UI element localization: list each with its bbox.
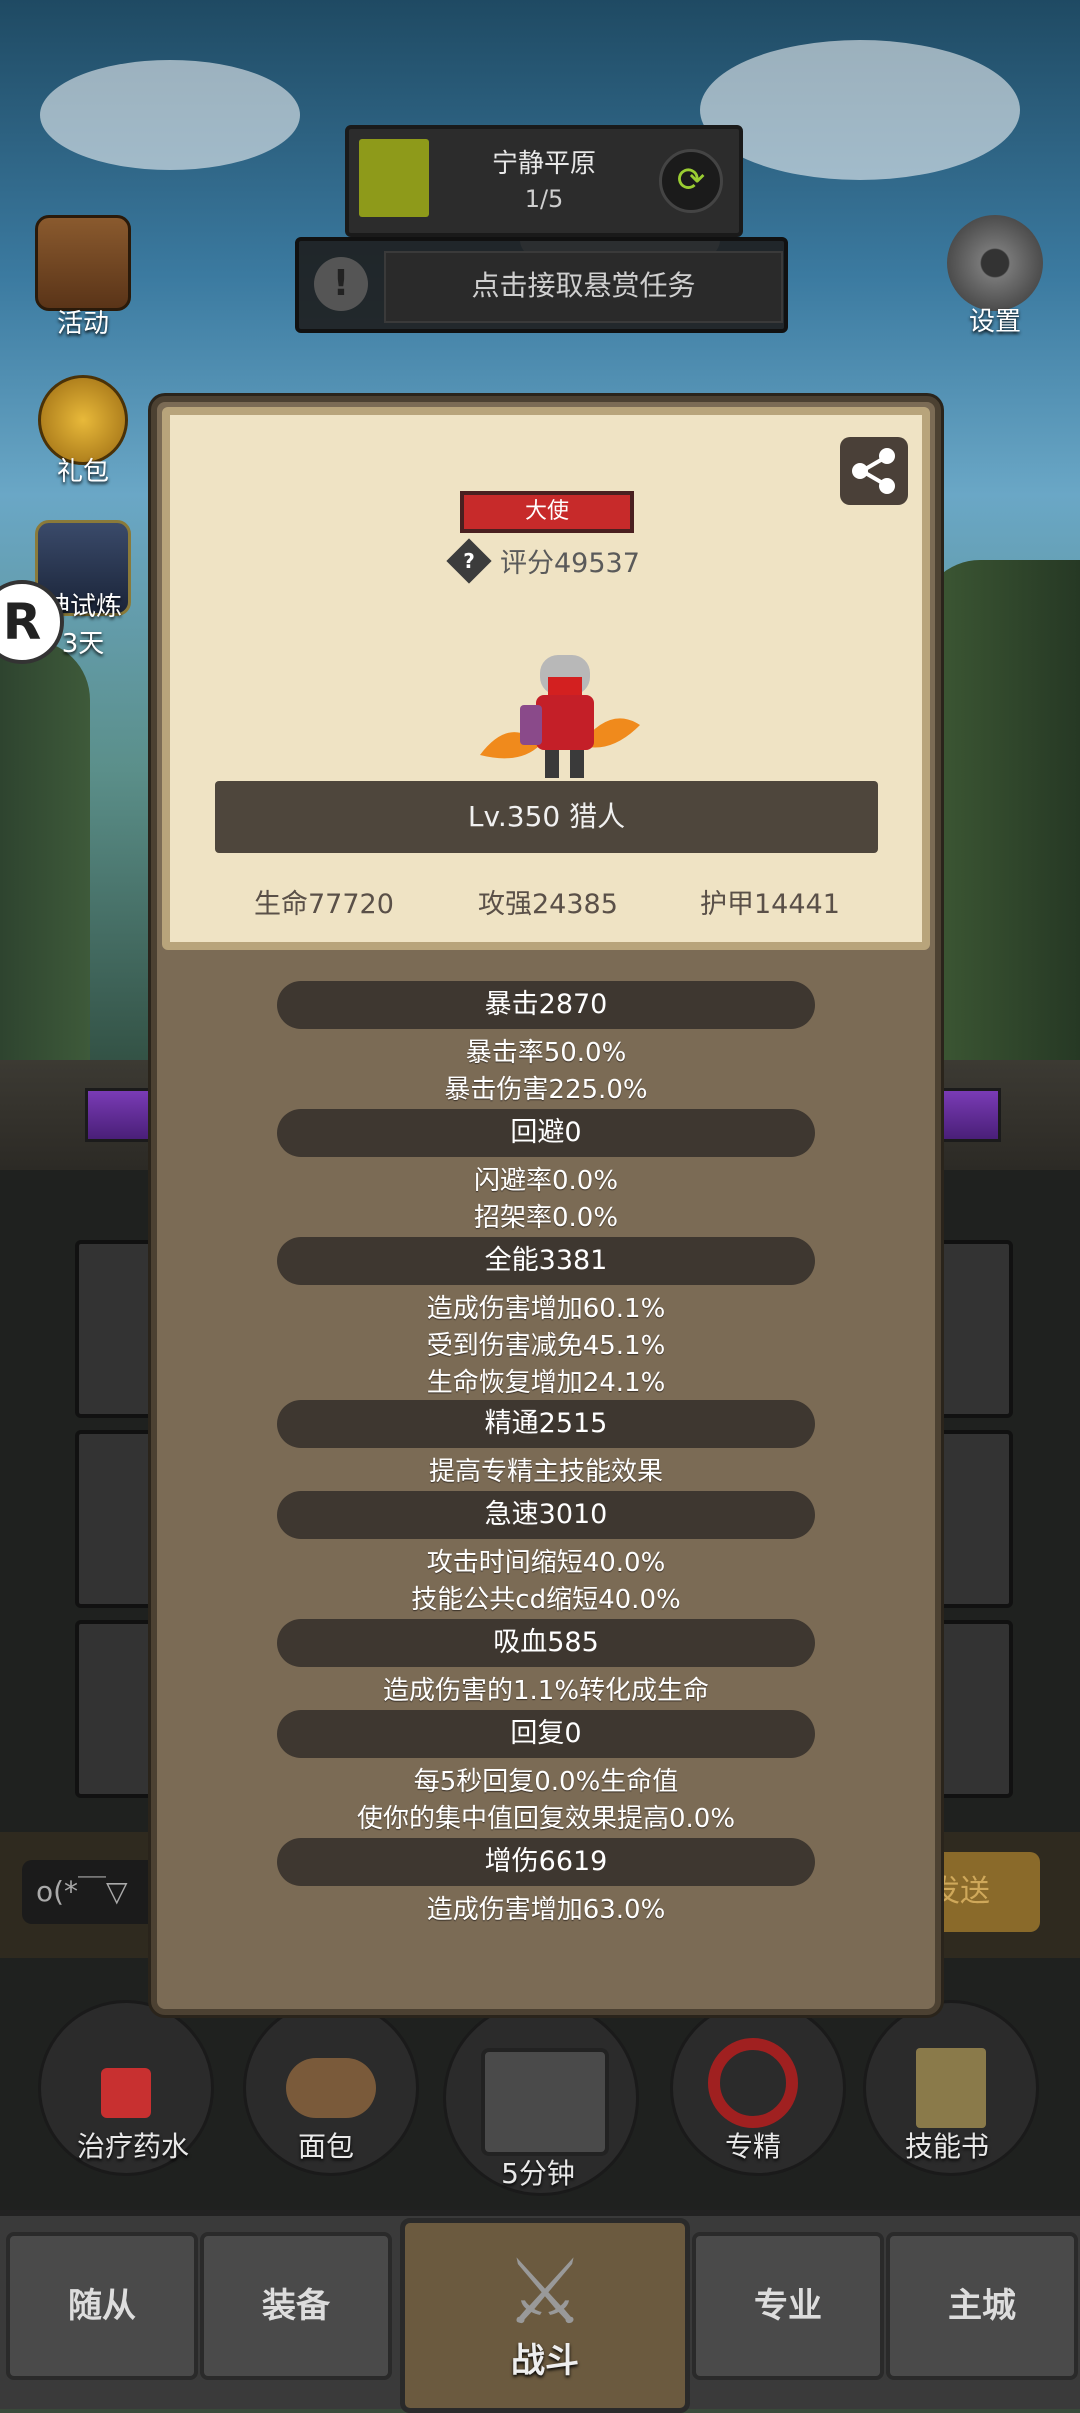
stat-line: 闪避率0.0%: [473, 1166, 619, 1196]
stat-header-mastery: 精通2515: [277, 1400, 815, 1448]
stat-line: 造成伤害增加60.1%: [426, 1294, 666, 1324]
potion-label: 治疗药水: [76, 2130, 189, 2163]
share-button[interactable]: [840, 437, 908, 505]
stat-line: 造成伤害增加63.0%: [426, 1895, 666, 1925]
stat-header-haste: 急速3010: [277, 1491, 815, 1539]
skillbook-label: 技能书: [904, 2130, 989, 2163]
nav-equipment[interactable]: 装备: [200, 2232, 392, 2380]
stat-header-crit: 暴击2870: [277, 981, 815, 1029]
mastery-label: 专精: [724, 2130, 781, 2163]
share-icon: [852, 448, 895, 494]
target-icon: [708, 2038, 798, 2128]
nav-profession[interactable]: 专业: [692, 2232, 884, 2380]
stage-indicator[interactable]: 宁静平原 1/5 ⟳: [345, 125, 743, 237]
character-card: 大使 ? 评分49537 Lv.350 猎人 生命77720 攻强24385 护…: [162, 407, 930, 950]
nav-city[interactable]: 主城: [886, 2232, 1078, 2380]
settings-label: 设置: [968, 307, 1021, 337]
stat-header-regen: 回复0: [277, 1710, 815, 1758]
hero-name-bar: Lv.350 猎人: [215, 781, 878, 853]
stat-line: 提高专精主技能效果: [428, 1457, 663, 1487]
bounty-notice-text: 点击接取悬赏任务: [384, 251, 783, 323]
potion-icon: [101, 2068, 151, 2118]
chest-timer: 5分钟: [501, 2157, 575, 2190]
stat-header-dodge: 回避0: [277, 1109, 815, 1157]
armor-stat: 护甲14441: [700, 889, 840, 920]
alert-icon: !: [314, 257, 368, 311]
stat-line: 暴击伤害225.0%: [444, 1075, 648, 1105]
stat-line: 受到伤害减免45.1%: [426, 1331, 666, 1361]
event-button[interactable]: 活动: [28, 215, 138, 340]
bread-icon: [286, 2058, 376, 2118]
score-text: 评分49537: [500, 548, 640, 579]
nav-companion[interactable]: 随从: [6, 2232, 198, 2380]
gift-button[interactable]: 礼包: [28, 375, 138, 488]
stat-header-versatility: 全能3381: [277, 1237, 815, 1285]
crossed-swords-icon: ⚔: [504, 2240, 586, 2345]
nav-battle-label: 战斗: [511, 2341, 579, 2381]
settings-button[interactable]: 设置: [940, 215, 1050, 338]
stat-header-damage-bonus: 增伤6619: [277, 1838, 815, 1886]
stat-header-lifesteal: 吸血585: [277, 1619, 815, 1667]
hero-portrait: [480, 655, 640, 778]
stat-line: 使你的集中值回复效果提高0.0%: [356, 1804, 736, 1834]
gear-icon: [947, 215, 1043, 311]
gift-label: 礼包: [56, 457, 109, 487]
stat-line: 暴击率50.0%: [465, 1038, 627, 1068]
title-badge: 大使: [460, 491, 634, 533]
book-icon: [916, 2048, 986, 2128]
stat-line: 攻击时间缩短40.0%: [426, 1548, 666, 1578]
stat-line: 招架率0.0%: [473, 1203, 619, 1233]
stat-line: 技能公共cd缩短40.0%: [411, 1585, 681, 1615]
character-stats-panel: 大使 ? 评分49537 Lv.350 猎人 生命77720 攻强24385 护…: [151, 396, 941, 2015]
refresh-icon[interactable]: ⟳: [659, 149, 723, 213]
attack-stat: 攻强24385: [478, 889, 618, 920]
score-help-glyph: ?: [463, 549, 475, 573]
bread-label: 面包: [297, 2130, 354, 2163]
nav-battle[interactable]: ⚔ 战斗: [400, 2218, 690, 2413]
bounty-notice[interactable]: ! 点击接取悬赏任务: [295, 237, 788, 333]
stat-line: 生命恢复增加24.1%: [426, 1368, 666, 1398]
chest-icon: [481, 2048, 609, 2156]
hp-stat: 生命77720: [254, 889, 394, 920]
scroll-icon: [35, 215, 131, 311]
event-label: 活动: [56, 309, 109, 339]
stat-line: 造成伤害的1.1%转化成生命: [382, 1676, 710, 1706]
stat-line: 每5秒回复0.0%生命值: [413, 1767, 679, 1797]
